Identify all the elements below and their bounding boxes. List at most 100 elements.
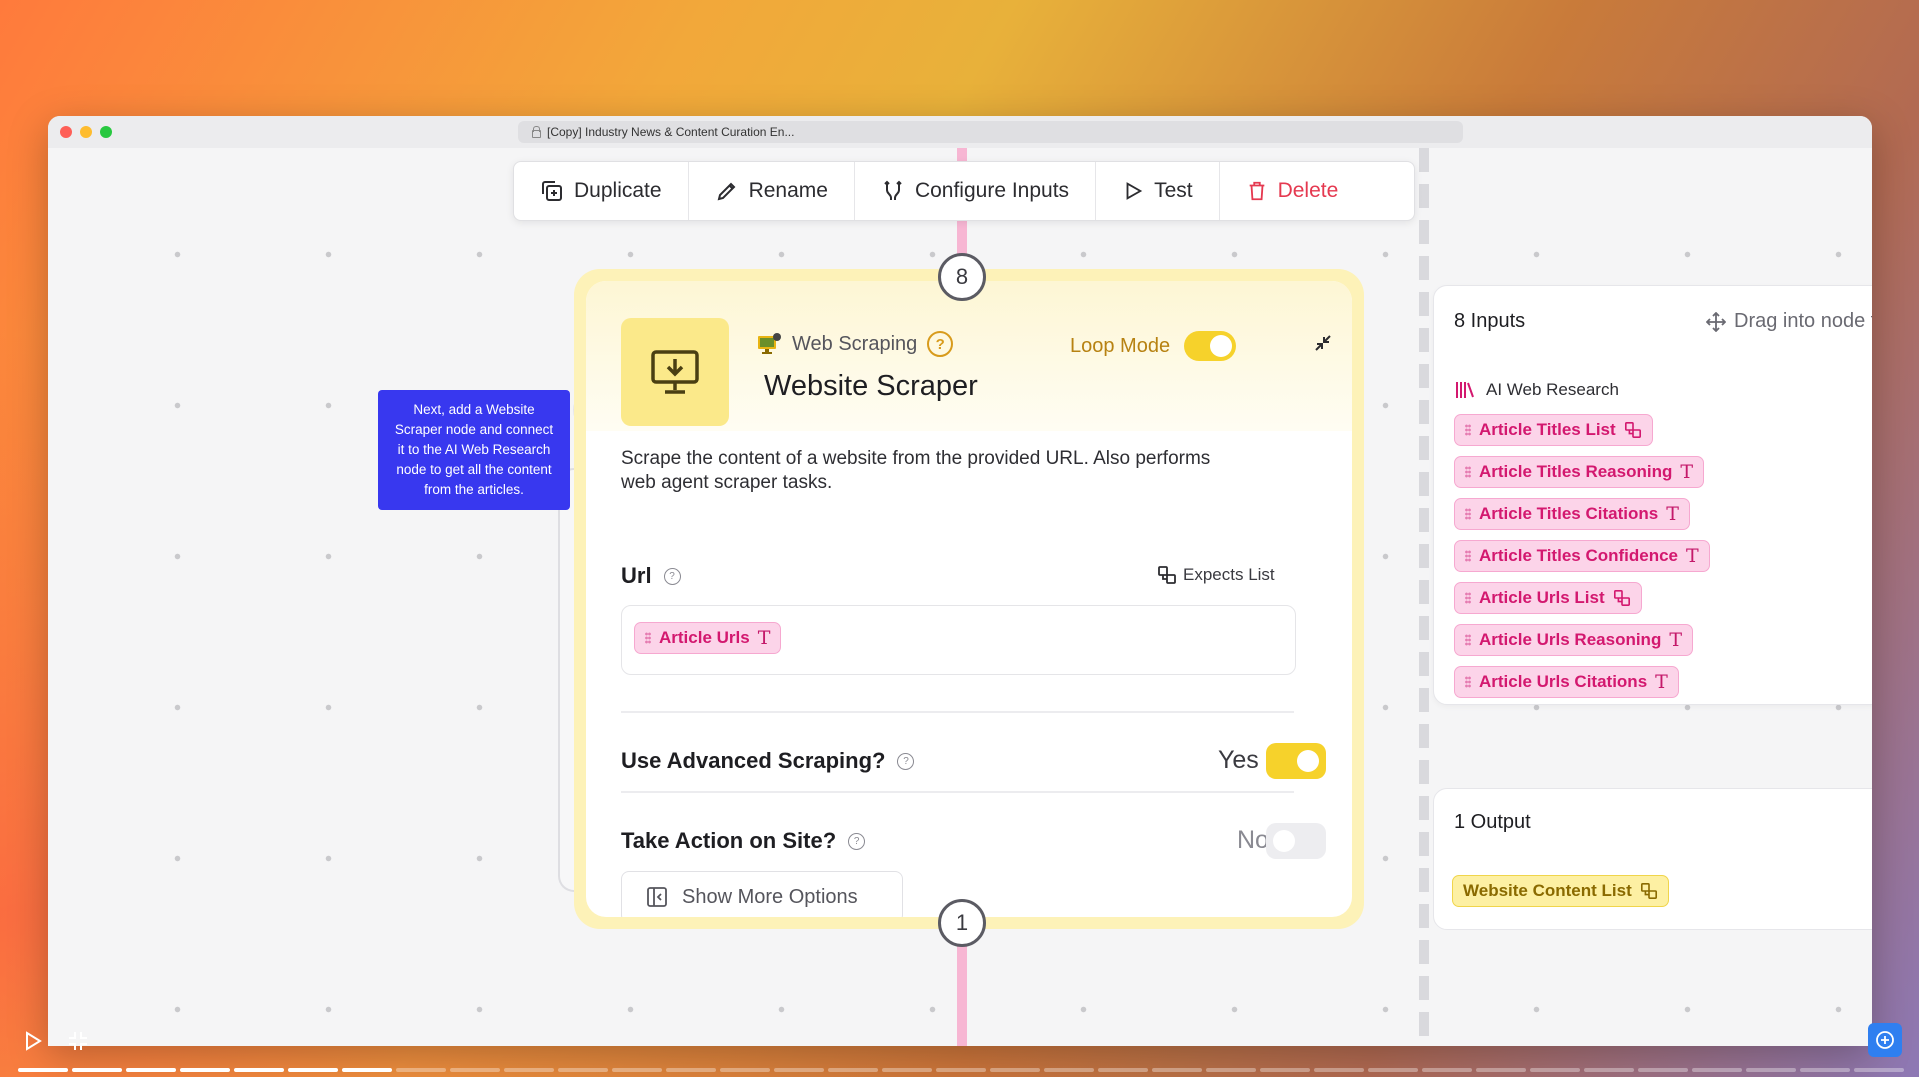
input-source-label: AI Web Research bbox=[1486, 380, 1619, 399]
output-chip-label: Website Content List bbox=[1463, 881, 1632, 900]
input-chip[interactable]: Article Titles List bbox=[1454, 414, 1653, 446]
help-widget-button[interactable] bbox=[1868, 1023, 1902, 1057]
input-source: AI Web Research bbox=[1454, 380, 1619, 400]
info-icon[interactable]: ? bbox=[663, 567, 681, 585]
progress-segment[interactable] bbox=[234, 1068, 284, 1072]
progress-segment[interactable] bbox=[1692, 1068, 1742, 1072]
progress-segment[interactable] bbox=[1368, 1068, 1418, 1072]
collapse-icon[interactable] bbox=[1313, 333, 1333, 358]
workflow-canvas[interactable]: Duplicate Rename Configure Inputs Test D… bbox=[48, 148, 1872, 1046]
progress-segment[interactable] bbox=[72, 1068, 122, 1072]
minimize-window-button[interactable] bbox=[80, 126, 92, 138]
node-title[interactable]: Website Scraper bbox=[764, 370, 978, 403]
input-chip-label: Article Urls List bbox=[1479, 588, 1605, 607]
progress-segment[interactable] bbox=[1422, 1068, 1472, 1072]
input-chip[interactable]: Article Urls List bbox=[1454, 582, 1642, 614]
maximize-window-button[interactable] bbox=[100, 126, 112, 138]
move-icon bbox=[1706, 311, 1726, 332]
loop-mode-toggle[interactable] bbox=[1184, 331, 1237, 361]
progress-segment[interactable] bbox=[1314, 1068, 1364, 1072]
test-label: Test bbox=[1154, 179, 1193, 202]
input-chip-label: Article Titles Confidence bbox=[1479, 546, 1679, 565]
delete-button[interactable]: Delete bbox=[1220, 162, 1365, 220]
advanced-scraping-toggle[interactable] bbox=[1266, 743, 1326, 779]
progress-segment[interactable] bbox=[396, 1068, 446, 1072]
output-panel: 1 Output Website Content List bbox=[1433, 788, 1872, 930]
input-chip[interactable]: Article Titles Confidence T bbox=[1454, 540, 1710, 572]
progress-segment[interactable] bbox=[1044, 1068, 1094, 1072]
progress-segment[interactable] bbox=[720, 1068, 770, 1072]
node-description: Scrape the content of a website from the… bbox=[621, 448, 1211, 493]
progress-segment[interactable] bbox=[126, 1068, 176, 1072]
progress-segment[interactable] bbox=[1476, 1068, 1526, 1072]
progress-segment[interactable] bbox=[990, 1068, 1040, 1072]
progress-segment[interactable] bbox=[1530, 1068, 1580, 1072]
progress-segment[interactable] bbox=[1800, 1068, 1850, 1072]
progress-segment[interactable] bbox=[18, 1068, 68, 1072]
drag-handle-icon bbox=[1465, 676, 1471, 688]
duplicate-icon bbox=[542, 181, 562, 201]
text-type-icon: T bbox=[1680, 461, 1694, 483]
address-bar[interactable]: [Copy] Industry News & Content Curation … bbox=[518, 121, 1463, 143]
trash-icon bbox=[1249, 181, 1264, 201]
test-button[interactable]: Test bbox=[1096, 162, 1220, 220]
progress-segment[interactable] bbox=[558, 1068, 608, 1072]
input-chip[interactable]: Article Titles Reasoning T bbox=[1454, 456, 1705, 488]
rename-button[interactable]: Rename bbox=[689, 162, 855, 220]
browser-window: [Copy] Industry News & Content Curation … bbox=[48, 116, 1872, 1046]
loop-mode-control: Loop Mode bbox=[1070, 331, 1237, 361]
divider bbox=[621, 791, 1294, 793]
duplicate-button[interactable]: Duplicate bbox=[514, 162, 689, 220]
progress-segment[interactable] bbox=[450, 1068, 500, 1072]
inputs-panel-title: 8 Inputs bbox=[1454, 310, 1526, 332]
play-icon[interactable] bbox=[24, 1031, 42, 1056]
progress-segment[interactable] bbox=[1098, 1068, 1148, 1072]
progress-segment[interactable] bbox=[1206, 1068, 1256, 1072]
expects-list-label: Expects List bbox=[1183, 565, 1275, 584]
progress-segment[interactable] bbox=[882, 1068, 932, 1072]
progress-segment[interactable] bbox=[666, 1068, 716, 1072]
take-action-label: Take Action on Site? ? bbox=[621, 828, 866, 854]
progress-segment[interactable] bbox=[1260, 1068, 1310, 1072]
progress-segment[interactable] bbox=[1638, 1068, 1688, 1072]
input-chip-label: Article Titles List bbox=[1479, 420, 1616, 439]
take-action-toggle[interactable] bbox=[1266, 823, 1326, 859]
progress-segment[interactable] bbox=[936, 1068, 986, 1072]
progress-segment[interactable] bbox=[774, 1068, 824, 1072]
node-category: Web Scraping ? bbox=[756, 331, 954, 357]
title-bar: [Copy] Industry News & Content Curation … bbox=[48, 116, 1872, 148]
input-chip-label: Article Titles Reasoning bbox=[1479, 462, 1673, 481]
progress-segment[interactable] bbox=[342, 1068, 392, 1072]
list-type-icon bbox=[1624, 421, 1641, 439]
help-icon[interactable]: ? bbox=[927, 331, 954, 357]
progress-segment[interactable] bbox=[1584, 1068, 1634, 1072]
address-bar-title: [Copy] Industry News & Content Curation … bbox=[547, 125, 795, 139]
exit-fullscreen-icon[interactable] bbox=[68, 1031, 88, 1056]
take-action-label-text: Take Action on Site? bbox=[621, 828, 837, 853]
progress-segment[interactable] bbox=[828, 1068, 878, 1072]
progress-segment[interactable] bbox=[1854, 1068, 1904, 1072]
input-chip-label: Article Urls Citations bbox=[1479, 672, 1648, 691]
input-chip[interactable]: Article Urls Reasoning T bbox=[1454, 624, 1694, 656]
progress-segment[interactable] bbox=[612, 1068, 662, 1072]
info-icon[interactable]: ? bbox=[897, 752, 915, 770]
url-input[interactable]: Article Urls T bbox=[621, 605, 1296, 675]
show-more-options-button[interactable]: Show More Options bbox=[621, 871, 903, 917]
url-value-chip[interactable]: Article Urls T bbox=[634, 622, 782, 654]
panel-expand-icon bbox=[647, 887, 667, 907]
node-category-label: Web Scraping bbox=[792, 332, 918, 355]
configure-inputs-label: Configure Inputs bbox=[914, 179, 1070, 202]
progress-segment[interactable] bbox=[1746, 1068, 1796, 1072]
node-toolbar: Duplicate Rename Configure Inputs Test D… bbox=[513, 161, 1415, 221]
input-chip[interactable]: Article Urls Citations T bbox=[1454, 666, 1679, 698]
progress-segment[interactable] bbox=[504, 1068, 554, 1072]
progress-segment[interactable] bbox=[288, 1068, 338, 1072]
close-window-button[interactable] bbox=[60, 126, 72, 138]
output-chip[interactable]: Website Content List bbox=[1452, 875, 1669, 907]
configure-inputs-button[interactable]: Configure Inputs bbox=[855, 162, 1097, 220]
progress-segment[interactable] bbox=[1152, 1068, 1202, 1072]
info-icon[interactable]: ? bbox=[848, 832, 866, 850]
progress-segment[interactable] bbox=[180, 1068, 230, 1072]
website-scraper-node[interactable]: Web Scraping ? Loop Mode Website Scraper… bbox=[586, 281, 1352, 917]
input-chip[interactable]: Article Titles Citations T bbox=[1454, 498, 1690, 530]
